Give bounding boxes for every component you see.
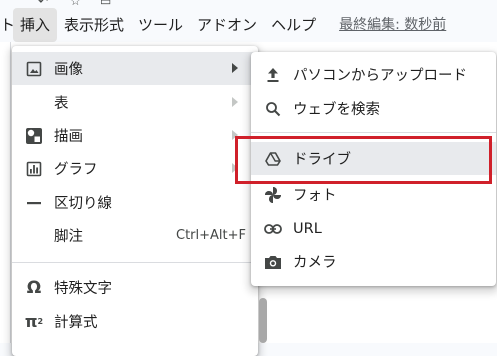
search-web-item[interactable]: ウェブを検索 [251,92,496,125]
menu-bar: ト 挿入 表示形式 ツール アドオン ヘルプ 最終編集: 数秒前 [0,8,497,42]
search-icon [263,99,283,119]
insert-equation-label: 計算式 [54,315,98,331]
insert-special-chars-label: 特殊文字 [54,281,112,297]
menu-tools[interactable]: ツール [131,8,190,42]
insert-horizontal-line-label: 区切り線 [54,196,112,212]
upload-from-computer-label: パソコンからアップロード [293,68,467,84]
menu-help[interactable]: ヘルプ [264,8,323,42]
drawing-icon [24,126,44,146]
link-icon [263,219,283,239]
insert-chart-label: グラフ [54,162,98,178]
insert-image-item[interactable]: 画像 [12,52,258,85]
insert-table-item[interactable]: 表 [12,86,258,119]
menu-divider [12,262,258,263]
chart-icon [24,159,44,179]
insert-drawing-label: 描画 [54,129,83,145]
highlight-annotation-box [235,136,492,184]
menu-divider [251,132,496,133]
menu-insert[interactable]: 挿入 [13,8,58,42]
pi-squared-icon: π2 [24,312,44,331]
submenu-arrow-icon [232,63,238,73]
insert-chart-item[interactable]: グラフ [12,152,258,185]
insert-image-label: 画像 [54,62,83,78]
insert-drawing-item[interactable]: 描画 [12,119,258,152]
upload-from-computer-item[interactable]: パソコンからアップロード [251,58,496,91]
camera-item[interactable]: カメラ [251,245,496,278]
folder-icon[interactable]: ▭ [100,0,111,8]
menu-format[interactable]: 表示形式 [57,8,131,42]
photos-pinwheel-icon [263,185,283,205]
submenu-arrow-icon [232,97,238,107]
menu-edit-partial[interactable]: ト [0,8,13,42]
undo-icon[interactable]: ↶ [38,0,48,8]
url-label: URL [293,220,322,237]
menu-addons[interactable]: アドオン [190,8,264,42]
camera-icon [263,252,283,272]
scrollbar-thumb[interactable] [259,298,267,343]
insert-equation-item[interactable]: π2 計算式 [12,305,258,338]
last-edit-link[interactable]: 最終編集: 数秒前 [323,8,453,42]
omega-icon: Ω [26,277,42,298]
url-item[interactable]: URL [251,212,496,245]
insert-footnote-item[interactable]: 脚注 Ctrl+Alt+F [12,219,258,252]
camera-label: カメラ [293,255,337,271]
horizontal-line-icon [24,193,44,213]
toolbar-strip: ↶ ☆ ▭ [0,0,497,8]
upload-icon [263,65,283,85]
image-icon [24,59,44,79]
star-icon[interactable]: ☆ [70,0,81,8]
insert-horizontal-line-item[interactable]: 区切り線 [12,186,258,219]
canvas-divider [10,42,11,343]
search-web-label: ウェブを検索 [293,102,380,118]
insert-menu: 画像 表 描画 グラフ 区切り線 脚注 Ctrl+Alt+F Ω 特殊文字 π … [12,46,258,356]
photos-label: フォト [293,188,337,204]
insert-footnote-label: 脚注 [54,229,83,245]
insert-special-chars-item[interactable]: Ω 特殊文字 [12,271,258,304]
footnote-shortcut: Ctrl+Alt+F [176,228,246,243]
insert-table-label: 表 [54,96,69,112]
